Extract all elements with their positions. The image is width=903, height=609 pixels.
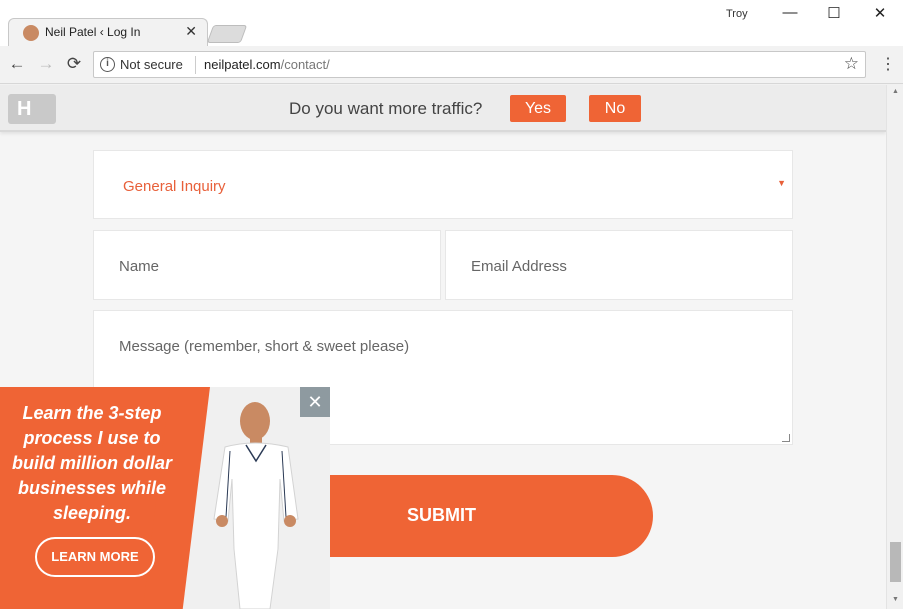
learn-more-button[interactable]: LEARN MORE [35, 537, 155, 577]
url-path: /contact/ [280, 57, 330, 72]
promo-popup: Learn the 3-step process I use to build … [0, 387, 330, 609]
scroll-up-icon[interactable]: ▲ [892, 88, 899, 95]
chevron-down-icon: ▼ [777, 178, 786, 188]
email-field[interactable]: Email Address [445, 230, 793, 300]
traffic-prompt: Do you want more traffic? [289, 99, 483, 118]
neil-patel-photo [213, 402, 299, 609]
name-placeholder: Name [119, 258, 160, 275]
scrollbar-thumb[interactable] [890, 542, 901, 582]
bookmark-star-icon[interactable]: ☆ [844, 54, 859, 74]
submit-label: SUBMIT [407, 505, 476, 525]
message-placeholder: Message (remember, short & sweet please) [119, 338, 410, 355]
promo-headline: Learn the 3-step process I use to build … [12, 403, 172, 523]
forward-icon[interactable]: → [35, 54, 57, 74]
info-icon[interactable]: i [100, 57, 115, 72]
page-scrollbar[interactable]: ▲ ▼ [886, 85, 903, 609]
tab-strip: Neil Patel ‹ Log In ✕ Troy — ☐ ✕ [0, 0, 903, 46]
browser-menu-icon[interactable]: ⋮ [880, 54, 896, 74]
tab-close-icon[interactable]: ✕ [185, 23, 197, 40]
logo-mark: H [17, 98, 32, 120]
resize-handle[interactable] [782, 434, 790, 442]
tab-title: Neil Patel ‹ Log In [45, 25, 141, 39]
name-field[interactable]: Name [93, 230, 441, 300]
scroll-down-icon[interactable]: ▼ [892, 596, 899, 603]
yes-button[interactable]: Yes [510, 95, 566, 122]
url-host: neilpatel.com [204, 57, 281, 72]
window-close-icon[interactable]: ✕ [870, 4, 890, 22]
site-logo[interactable]: H [8, 94, 56, 124]
inquiry-select[interactable]: General Inquiry ▼ [93, 150, 793, 219]
security-label[interactable]: Not secure [120, 57, 183, 72]
no-button[interactable]: No [589, 95, 641, 122]
address-bar[interactable]: i Not secure neilpatel.com/contact/ ☆ [93, 51, 866, 78]
favicon-icon [23, 25, 39, 41]
traffic-banner: H Do you want more traffic? Yes No [0, 85, 886, 132]
maximize-icon[interactable]: ☐ [824, 4, 844, 22]
promo-close-icon[interactable]: ✕ [300, 387, 330, 417]
browser-chrome: Neil Patel ‹ Log In ✕ Troy — ☐ ✕ ← → ⟳ i… [0, 0, 903, 84]
profile-name[interactable]: Troy [726, 8, 748, 20]
tab-neil-patel[interactable]: Neil Patel ‹ Log In ✕ [8, 18, 208, 46]
omnibox-divider [195, 56, 196, 74]
new-tab-button[interactable] [206, 25, 248, 43]
email-placeholder: Email Address [471, 258, 567, 275]
url-text[interactable]: neilpatel.com/contact/ [204, 57, 330, 72]
browser-toolbar: ← → ⟳ i Not secure neilpatel.com/contact… [0, 46, 903, 84]
minimize-icon[interactable]: — [780, 4, 800, 21]
inquiry-selected-value: General Inquiry [123, 178, 226, 195]
back-icon[interactable]: ← [6, 54, 28, 74]
reload-icon[interactable]: ⟳ [63, 54, 85, 74]
page-viewport: H Do you want more traffic? Yes No Gener… [0, 85, 886, 609]
